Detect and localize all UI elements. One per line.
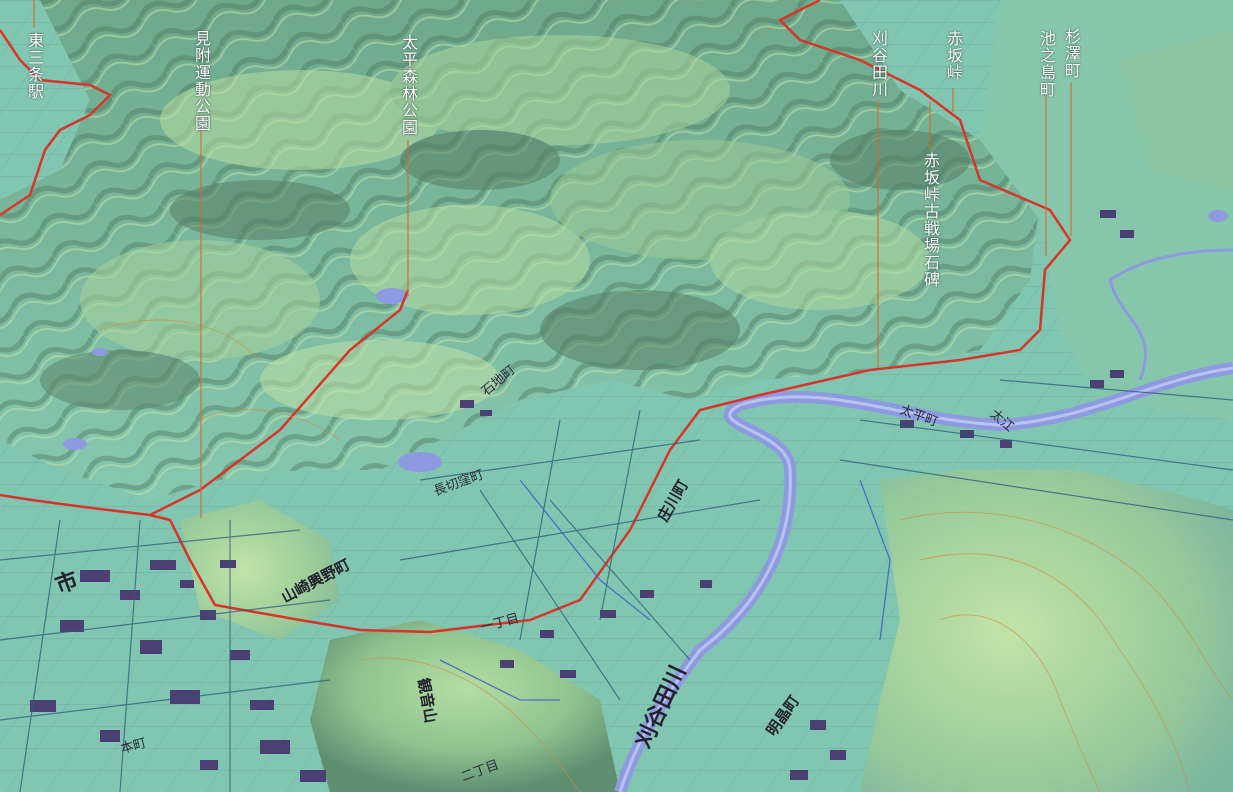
- callout-taihei-forest-park[interactable]: 太平森林公園: [399, 34, 418, 136]
- callout-ikenoshima-town[interactable]: 池之島町: [1037, 30, 1056, 98]
- callout-akasaka-pass[interactable]: 赤坂峠: [944, 30, 963, 81]
- terrain-map[interactable]: [0, 0, 1233, 792]
- callout-mitsuke-sports-park[interactable]: 見附運動公園: [192, 30, 211, 132]
- callout-kariyata-river[interactable]: 刈谷田川: [869, 30, 888, 98]
- map-view[interactable]: 東三条駅 見附運動公園 太平森林公園 刈谷田川 赤坂峠 赤坂峠古戦場石碑 池之島…: [0, 0, 1233, 792]
- callout-higashisanjo-station[interactable]: 東三条駅: [25, 32, 44, 100]
- callout-akasaka-battlefield-monument[interactable]: 赤坂峠古戦場石碑: [921, 152, 940, 288]
- hills-southeast: [860, 470, 1233, 792]
- callout-sugisawa-town[interactable]: 杉澤町: [1062, 28, 1081, 79]
